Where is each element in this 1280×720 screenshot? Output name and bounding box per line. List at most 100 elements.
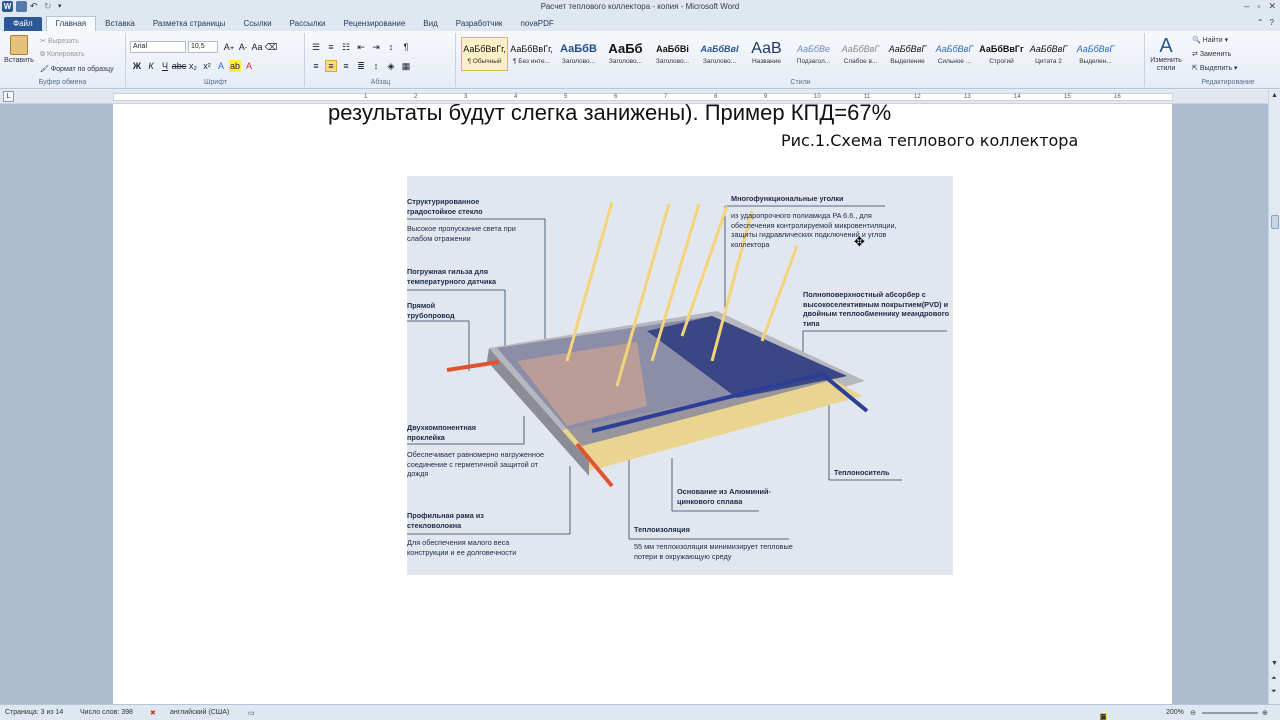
zoom-slider[interactable]: [1202, 712, 1258, 714]
strikethrough-icon[interactable]: abc: [172, 60, 187, 72]
shading-icon[interactable]: ◈: [385, 60, 397, 72]
style-subtitle[interactable]: АаБбВе Подзагол...: [790, 37, 837, 71]
tab-selector[interactable]: L: [3, 91, 14, 102]
style-heading-1[interactable]: АаБбВ Заголово...: [555, 37, 602, 71]
increase-indent-icon[interactable]: ⇥: [370, 41, 382, 53]
align-right-icon[interactable]: ≡: [340, 60, 352, 72]
paste-button[interactable]: Вставить: [4, 35, 34, 64]
style-subtle-emphasis[interactable]: АаБбВвГ Слабое в...: [837, 37, 884, 71]
zoom-in-icon[interactable]: ⊕: [1262, 709, 1268, 717]
scroll-up-icon[interactable]: ▲: [1271, 92, 1278, 99]
document-area[interactable]: результаты будут слегка занижены). Приме…: [0, 104, 1268, 704]
status-words[interactable]: Число слов: 398: [80, 709, 133, 716]
style-heading-3[interactable]: АаБбВі Заголово...: [649, 37, 696, 71]
style-heading-4[interactable]: АаБбВвІ Заголово...: [696, 37, 743, 71]
shrink-font-icon[interactable]: A-: [237, 41, 249, 53]
numbering-icon[interactable]: ≡: [325, 41, 337, 53]
macro-record-icon[interactable]: ▭: [248, 709, 255, 717]
highlight-icon[interactable]: ab: [229, 60, 241, 72]
format-painter-button[interactable]: 🖌 Формат по образцу: [40, 65, 114, 73]
tab-review[interactable]: Рецензирование: [335, 17, 415, 31]
vertical-scrollbar[interactable]: ▲ ▼ ⏶ ⏷: [1268, 90, 1280, 704]
tab-home[interactable]: Главная: [45, 16, 97, 31]
style-no-spacing[interactable]: АаБбВвГг, ¶ Без инте...: [508, 37, 555, 71]
tab-references[interactable]: Ссылки: [234, 17, 280, 31]
scroll-down-icon[interactable]: ▼: [1271, 660, 1278, 667]
tab-file[interactable]: Файл: [4, 17, 42, 31]
multilevel-list-icon[interactable]: ☷: [340, 41, 352, 53]
label-pipe: Прямой трубопровод: [407, 301, 455, 320]
bold-icon[interactable]: Ж: [131, 60, 143, 72]
tab-insert[interactable]: Вставка: [96, 17, 144, 31]
draft-icon[interactable]: ≡: [1100, 713, 1104, 720]
status-language[interactable]: английский (США): [170, 709, 229, 716]
scrollbar-thumb[interactable]: [1271, 215, 1279, 229]
change-styles-button[interactable]: A Изменить стили: [1147, 35, 1185, 73]
status-zoom[interactable]: 200%: [1166, 709, 1184, 716]
tab-novapdf[interactable]: novaPDF: [511, 17, 562, 31]
find-button[interactable]: 🔍 Найти ▾: [1192, 36, 1228, 44]
text-effects-icon[interactable]: A: [215, 60, 227, 72]
clipboard-group-label: Буфер обмена: [38, 79, 87, 86]
grow-font-icon[interactable]: A +: [223, 41, 235, 53]
tab-mailings[interactable]: Рассылки: [281, 17, 335, 31]
font-size-select[interactable]: 10,5: [188, 41, 218, 53]
document-page[interactable]: результаты будут слегка занижены). Приме…: [113, 104, 1172, 704]
style-intense-quote[interactable]: АаБбВвГ Выделен...: [1072, 37, 1119, 71]
subscript-icon[interactable]: x₂: [187, 60, 199, 72]
style-emphasis[interactable]: АаБбВвГ Выделение: [884, 37, 931, 71]
horizontal-ruler[interactable]: L 1 2 3 4 5 6 7 8 9 10 11 12 13 14 15 16: [0, 90, 1280, 104]
font-name-select[interactable]: Arial: [130, 41, 186, 53]
maximize-icon[interactable]: ▫: [1257, 1, 1260, 12]
copy-button[interactable]: ⧉ Копировать: [40, 51, 85, 59]
bullets-icon[interactable]: ☰: [310, 41, 322, 53]
font-size-buttons: A + A- Aa ⌫: [223, 41, 278, 53]
status-page[interactable]: Страница: 3 из 14: [5, 709, 63, 716]
show-marks-icon[interactable]: ¶: [400, 41, 412, 53]
prev-page-icon[interactable]: ⏶: [1271, 675, 1277, 683]
line-spacing-icon[interactable]: ↕: [370, 60, 382, 72]
font-group-label: Шрифт: [203, 79, 228, 86]
borders-icon[interactable]: ▦: [400, 60, 412, 72]
ribbon-minimize-icon[interactable]: ⌃: [1257, 18, 1264, 27]
align-left-icon[interactable]: ≡: [310, 60, 322, 72]
label-base: Основание из Алюминий-цинкового сплава: [677, 487, 771, 506]
spellcheck-icon[interactable]: ✖: [150, 709, 156, 717]
replace-button[interactable]: ⇄ Заменить: [1192, 50, 1231, 58]
minimize-icon[interactable]: –: [1244, 1, 1249, 12]
change-case-icon[interactable]: Aa: [251, 41, 263, 53]
style-heading-2[interactable]: АаБб Заголово...: [602, 37, 649, 71]
ruler-tick-label: 11: [864, 94, 871, 100]
clear-format-icon[interactable]: ⌫: [265, 41, 278, 53]
help-icon[interactable]: ?: [1270, 18, 1274, 27]
zoom-out-icon[interactable]: ⊖: [1190, 709, 1196, 717]
decrease-indent-icon[interactable]: ⇤: [355, 41, 367, 53]
select-button[interactable]: ⇱ Выделить ▾: [1192, 64, 1238, 72]
style-strong[interactable]: АаБбВвГг Строгий: [978, 37, 1025, 71]
justify-icon[interactable]: ≣: [355, 60, 367, 72]
ribbon-right-controls: ⌃ ?: [1257, 18, 1274, 27]
align-center-icon[interactable]: ≡: [325, 60, 337, 72]
style-intense-emphasis[interactable]: АаБбВвГ Сильное ...: [931, 37, 978, 71]
style-title[interactable]: АаВ Название: [743, 37, 790, 71]
style-quote-2[interactable]: АаБбВвГ Цитата 2: [1025, 37, 1072, 71]
label-absorber: Полноповерхностный абсорбер с высокоселе…: [803, 290, 950, 328]
tab-developer[interactable]: Разработчик: [447, 17, 512, 31]
label-glass-title: Структурированное градостойкое стекло: [407, 197, 483, 216]
sort-icon[interactable]: ↕: [385, 41, 397, 53]
cut-button[interactable]: ✂ Вырезать: [40, 37, 79, 45]
tab-view[interactable]: Вид: [414, 17, 446, 31]
superscript-icon[interactable]: x²: [201, 60, 213, 72]
figure-caption[interactable]: Рис.1.Схема теплового коллектора: [781, 131, 1078, 150]
solar-collector-figure[interactable]: Структурированное градостойкое стекло Вы…: [407, 176, 953, 575]
italic-icon[interactable]: К: [145, 60, 157, 72]
font-color-icon[interactable]: A: [243, 60, 255, 72]
underline-icon[interactable]: Ч: [159, 60, 171, 72]
change-styles-icon: A: [1159, 35, 1173, 57]
tab-page-layout[interactable]: Разметка страницы: [144, 17, 235, 31]
ruler-track[interactable]: 1 2 3 4 5 6 7 8 9 10 11 12 13 14 15 16: [113, 93, 1173, 101]
style-normal[interactable]: АаБбВвГг, ¶ Обычный: [461, 37, 508, 71]
next-page-icon[interactable]: ⏷: [1271, 688, 1277, 696]
close-icon[interactable]: ✕: [1268, 1, 1276, 12]
document-text-line[interactable]: результаты будут слегка занижены). Приме…: [328, 104, 891, 126]
